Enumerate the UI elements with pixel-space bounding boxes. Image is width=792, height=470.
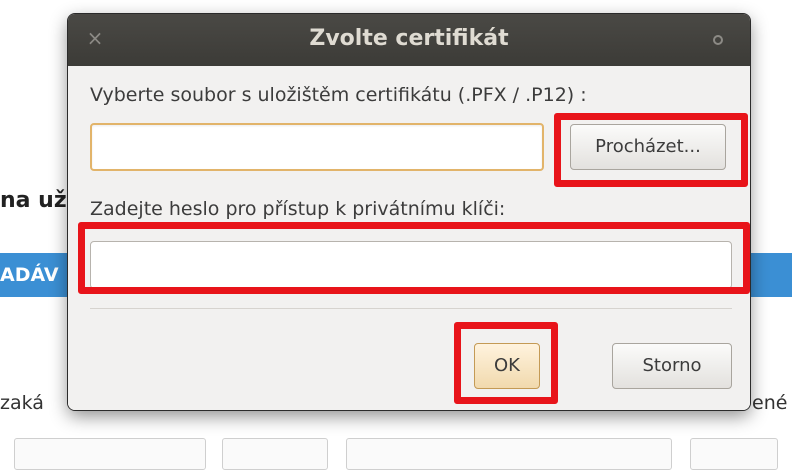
background-heading-fragment: na už [0,188,67,213]
dialog-titlebar[interactable]: × Zvolte certifikát [68,14,750,66]
dialog-title: Zvolte certifikát [309,26,509,51]
dialog-separator [90,308,732,309]
background-field [346,438,672,470]
background-field [222,438,328,470]
password-label: Zadejte heslo pro přístup k privátnímu k… [90,198,506,220]
file-label: Vyberte soubor s uložištěm certifikátu (… [90,84,587,106]
background-label-right-fragment: ené [752,392,788,414]
highlight-ok [454,322,558,404]
background-field [690,438,778,470]
certificate-file-input[interactable] [90,123,544,171]
cancel-button[interactable]: Storno [612,343,732,389]
background-label-left-fragment: zaká [0,392,44,414]
maximize-icon[interactable] [713,35,723,45]
highlight-password [78,222,750,294]
certificate-dialog: × Zvolte certifikát Vyberte soubor s ulo… [68,14,750,410]
highlight-browse [554,113,748,187]
background-bar-text-fragment: ADÁV [0,264,59,286]
background-field [14,438,206,470]
